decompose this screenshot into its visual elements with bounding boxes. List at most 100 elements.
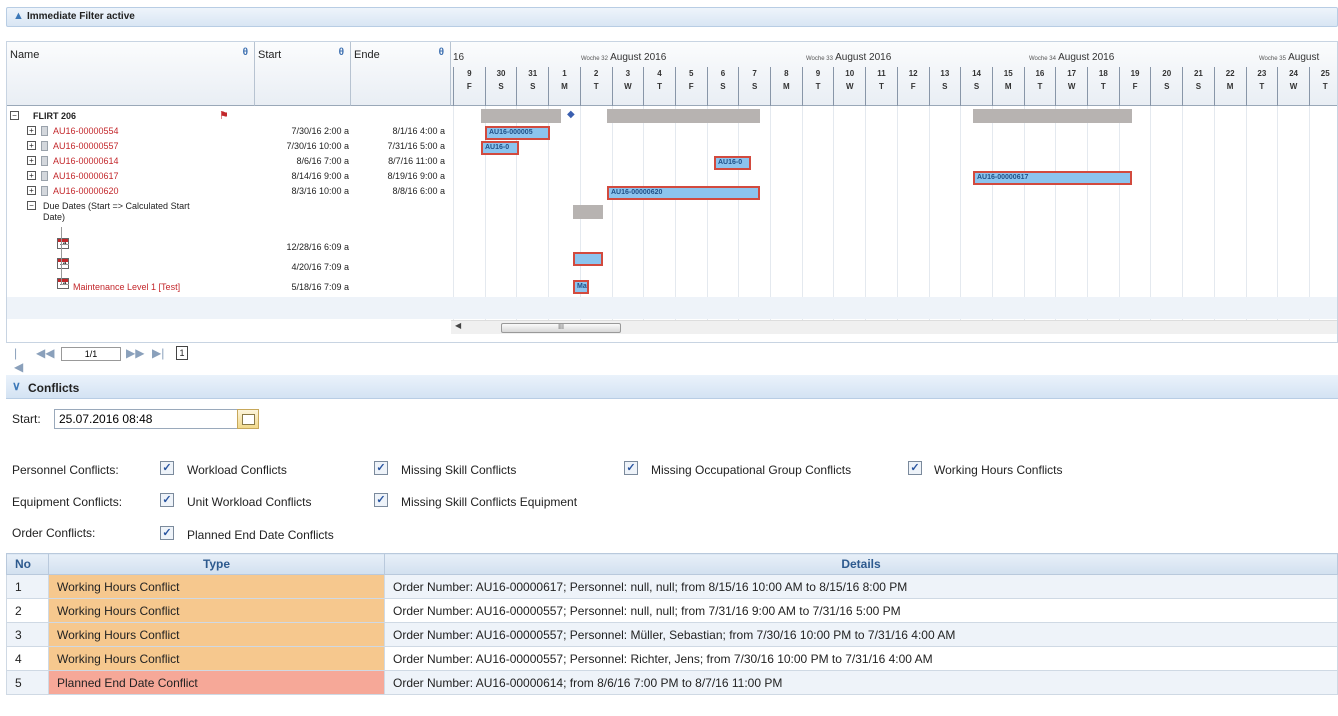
table-header-details[interactable]: Details <box>384 553 1338 575</box>
summary-bar[interactable] <box>481 109 561 123</box>
column-sort-icon[interactable]: θ <box>439 47 444 58</box>
table-row[interactable]: 3 Working Hours Conflict Order Number: A… <box>6 622 1338 647</box>
expand-icon[interactable]: + <box>27 141 36 150</box>
grid-line <box>1087 106 1088 320</box>
row-name: FLIRT 206 <box>33 111 77 121</box>
order-bar[interactable]: AU16-0 <box>481 141 519 155</box>
day-number: 15 <box>1003 69 1013 78</box>
week-title: Woche 35 August <box>1259 52 1320 63</box>
day-header-cell: 24 W <box>1277 67 1309 106</box>
tree-row[interactable]: + AU16-00000554 7/30/16 2:00 a 8/1/16 4:… <box>7 124 451 139</box>
day-number: 18 <box>1098 69 1108 78</box>
tree-row[interactable]: + AU16-00000614 8/6/16 7:00 a 8/7/16 11:… <box>7 154 451 169</box>
start-date-input[interactable] <box>54 409 238 429</box>
row-start: 8/6/16 7:00 a <box>296 156 349 166</box>
day-header-cell: 7S <box>738 67 770 106</box>
scroll-left-icon[interactable]: ◀ <box>455 321 461 330</box>
row-name: AU16-00000614 <box>53 156 119 166</box>
collapse-chevron-icon[interactable]: ▲ <box>13 10 24 22</box>
day-number: 16 <box>1035 69 1045 78</box>
tree-row-group[interactable]: − FLIRT 206 ⚑ <box>7 109 451 124</box>
day-number: 3 <box>625 69 631 78</box>
day-header-cell: 14 S <box>960 67 992 106</box>
summary-bar[interactable] <box>973 109 1132 123</box>
order-doc-icon <box>41 171 48 181</box>
cell-details: Order Number: AU16-00000614; from 8/6/16… <box>384 670 1338 695</box>
due-date-bar[interactable] <box>573 252 603 266</box>
cell-type: Planned End Date Conflict <box>48 670 385 695</box>
tree-row-due-dates[interactable]: − Due Dates (Start => Calculated Start D… <box>7 199 451 227</box>
summary-bar[interactable] <box>607 109 760 123</box>
order-bar[interactable]: AU16-00000620 <box>607 186 760 200</box>
tree-row-due-date[interactable]: 14 12/28/16 6:09 a <box>7 237 451 257</box>
day-header-cell: 17 W <box>1055 67 1087 106</box>
scroll-thumb[interactable]: III <box>501 323 621 333</box>
expand-icon[interactable]: + <box>27 156 36 165</box>
day-header-cell: 13 S <box>928 67 961 106</box>
row-name: AU16-00000620 <box>53 186 119 196</box>
missing-skill-equipment-checkbox[interactable]: ✓ <box>374 493 388 507</box>
day-letter: M <box>1004 82 1012 91</box>
table-row[interactable]: 4 Working Hours Conflict Order Number: A… <box>6 646 1338 671</box>
prev-page-icon[interactable]: ◀◀ <box>36 346 54 360</box>
horizontal-scrollbar[interactable]: ◀ III <box>451 320 1337 334</box>
day-number: 24 <box>1289 69 1298 78</box>
column-header-name[interactable]: Name θ <box>7 42 255 106</box>
tree-row-due-date[interactable]: 14 Maintenance Level 1 [Test] 5/18/16 7:… <box>7 277 451 297</box>
page-input[interactable] <box>61 347 121 361</box>
column-sort-icon[interactable]: θ <box>339 47 344 58</box>
calendar-button[interactable] <box>237 409 259 429</box>
day-letter: T <box>815 82 821 91</box>
tree-row[interactable]: + AU16-00000620 8/3/16 10:00 a 8/8/16 6:… <box>7 184 451 199</box>
milestone-diamond-icon[interactable]: ◆ <box>567 109 575 120</box>
row-name: Maintenance Level 1 [Test] <box>73 282 181 292</box>
expand-icon[interactable]: + <box>27 186 36 195</box>
order-bar[interactable]: AU16-0 <box>714 156 751 170</box>
first-page-icon[interactable]: |◀ <box>14 346 23 374</box>
order-bar[interactable]: AU16-00000617 <box>973 171 1132 185</box>
tree-row[interactable]: + AU16-00000617 8/14/16 9:00 a 8/19/16 9… <box>7 169 451 184</box>
grid-line <box>1213 106 1215 320</box>
unit-workload-checkbox[interactable]: ✓ <box>160 493 174 507</box>
day-letter: S <box>942 82 948 91</box>
column-header-name-label: Name <box>10 49 40 61</box>
day-header-cell: 23 T <box>1245 67 1278 106</box>
next-page-icon[interactable]: ▶▶ <box>126 346 144 360</box>
conflicts-panel-header[interactable]: ∨ Conflicts <box>6 375 1338 399</box>
tree-row-due-date[interactable]: 14 4/20/16 7:09 a <box>7 257 451 277</box>
missing-skill-checkbox[interactable]: ✓ <box>374 461 388 475</box>
table-header-type[interactable]: Type <box>48 553 385 575</box>
collapse-chevron-icon[interactable]: ∨ <box>12 379 21 393</box>
cell-no: 2 <box>6 598 49 623</box>
last-page-icon[interactable]: ▶| <box>152 346 164 360</box>
row-name-cont: Date) <box>43 212 66 222</box>
day-header-cell: 3W <box>611 67 644 106</box>
day-number: 8 <box>784 69 789 78</box>
column-sort-icon[interactable]: θ <box>243 47 248 58</box>
table-row[interactable]: 2 Working Hours Conflict Order Number: A… <box>6 598 1338 623</box>
expand-icon[interactable]: + <box>27 126 36 135</box>
due-date-bar[interactable]: Ma <box>573 280 589 294</box>
filter-bar[interactable]: ▲ Immediate Filter active <box>6 7 1338 27</box>
day-number: 19 <box>1130 69 1140 78</box>
collapse-icon[interactable]: − <box>10 111 19 120</box>
tree-row[interactable]: + AU16-00000557 7/30/16 10:00 a 7/31/16 … <box>7 139 451 154</box>
column-header-end-label: Ende <box>354 49 380 61</box>
grid-line <box>928 106 930 320</box>
table-row[interactable]: 5 Planned End Date Conflict Order Number… <box>6 670 1338 695</box>
order-bar[interactable]: AU16-000005 <box>485 126 550 140</box>
table-row[interactable]: 1 Working Hours Conflict Order Number: A… <box>6 574 1338 599</box>
due-date-bar[interactable] <box>573 205 603 219</box>
collapse-icon[interactable]: − <box>27 201 36 210</box>
page-icon[interactable]: 1 <box>176 346 188 360</box>
workload-checkbox[interactable]: ✓ <box>160 461 174 475</box>
column-header-end[interactable]: Ende θ <box>351 42 451 106</box>
working-hours-checkbox[interactable]: ✓ <box>908 461 922 475</box>
column-header-start[interactable]: Start θ <box>255 42 351 106</box>
day-header-cell: 8M <box>770 67 802 106</box>
missing-occ-group-checkbox[interactable]: ✓ <box>624 461 638 475</box>
row-start: 5/18/16 7:09 a <box>291 282 349 292</box>
planned-end-date-checkbox[interactable]: ✓ <box>160 526 174 540</box>
table-header-no[interactable]: No <box>6 553 49 575</box>
expand-icon[interactable]: + <box>27 171 36 180</box>
